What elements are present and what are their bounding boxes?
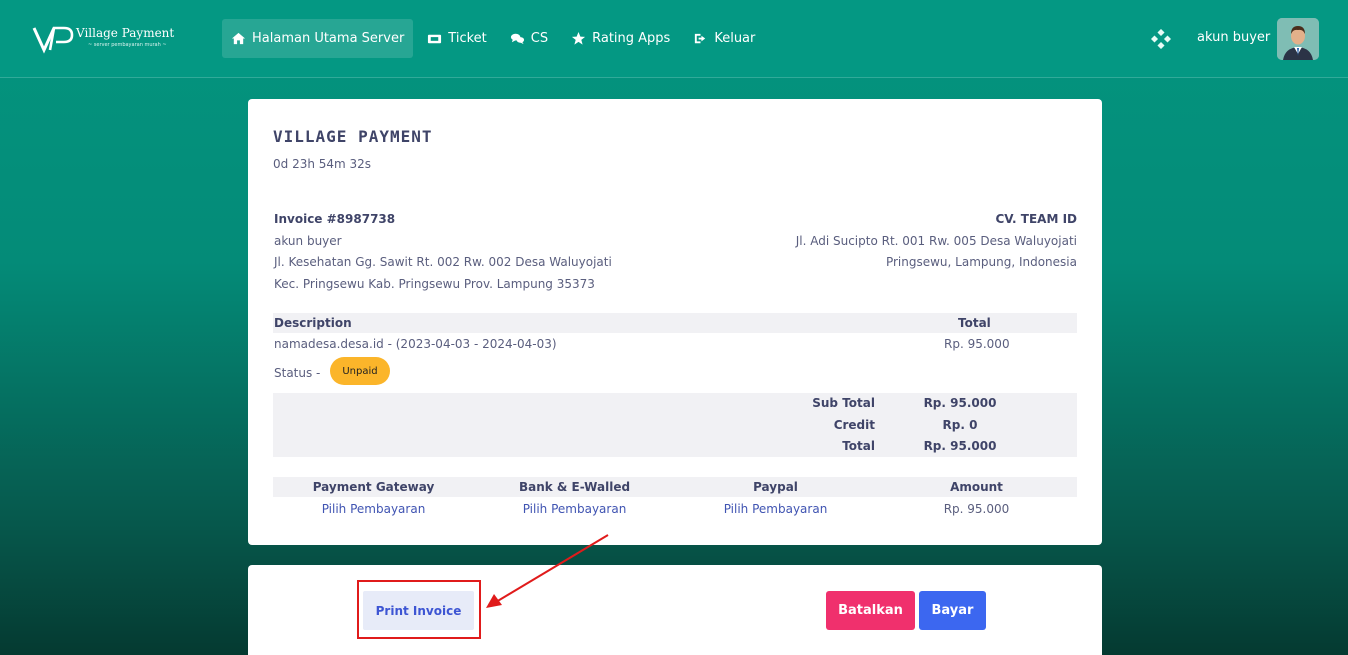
header-total: Total	[958, 316, 991, 330]
nav-ticket[interactable]: Ticket	[418, 19, 495, 58]
summary-block: Sub Total Rp. 95.000 Credit Rp. 0 Total …	[273, 393, 1077, 457]
home-icon	[231, 31, 246, 46]
company-address-1: Jl. Adi Sucipto Rt. 001 Rw. 005 Desa Wal…	[795, 233, 1077, 248]
customer-address-2: Kec. Pringsewu Kab. Pringsewu Prov. Lamp…	[274, 277, 595, 292]
header-payment-gateway: Payment Gateway	[312, 480, 435, 494]
countdown-timer: 0d 23h 54m 32s	[273, 157, 372, 171]
payment-table-header: Payment Gateway Bank & E-Walled Paypal A…	[273, 477, 1077, 497]
bill-to-block: Invoice #8987738 akun buyer Jl. Kesehata…	[274, 209, 612, 296]
nav-logout-label: Keluar	[714, 31, 756, 46]
pay-button[interactable]: Bayar	[919, 591, 986, 630]
star-icon	[571, 31, 586, 46]
avatar[interactable]	[1277, 18, 1319, 60]
user-name[interactable]: akun buyer	[1197, 30, 1270, 45]
apps-grid-icon[interactable]	[1151, 29, 1171, 49]
chat-icon	[510, 31, 525, 46]
status-badge: Unpaid	[330, 357, 390, 385]
brand-logo[interactable]: Village Payment ~ server pembayaran mura…	[32, 24, 182, 56]
sub-total-value: Rp. 95.000	[923, 396, 997, 410]
company-block: CV. TEAM ID Jl. Adi Sucipto Rt. 001 Rw. …	[796, 209, 1077, 274]
brand-tagline: ~ server pembayaran murah ~	[88, 42, 167, 48]
header-description: Description	[274, 316, 352, 330]
nav-logout[interactable]: Keluar	[684, 19, 764, 58]
invoice-title: VILLAGE PAYMENT	[273, 127, 433, 146]
main-nav: Halaman Utama Server Ticket CS Rating Ap…	[222, 19, 769, 58]
company-name: CV. TEAM ID	[995, 212, 1078, 226]
payment-row: Pilih Pembayaran Pilih Pembayaran Pilih …	[273, 499, 1077, 519]
payment-amount: Rp. 95.000	[943, 502, 1010, 516]
cancel-button[interactable]: Batalkan	[826, 591, 915, 630]
nav-cs-label: CS	[530, 31, 549, 46]
ticket-icon	[427, 31, 442, 46]
vp-logo-icon	[32, 26, 74, 54]
customer-address-1: Jl. Kesehatan Gg. Sawit Rt. 002 Rw. 002 …	[274, 255, 612, 270]
nav-rating[interactable]: Rating Apps	[562, 19, 679, 58]
bank-ewallet-link[interactable]: Pilih Pembayaran	[474, 502, 675, 516]
invoice-number: Invoice #8987738	[274, 212, 396, 226]
highlight-box	[357, 580, 481, 639]
invoice-card: VILLAGE PAYMENT 0d 23h 54m 32s Invoice #…	[248, 99, 1102, 545]
credit-label: Credit	[833, 418, 875, 432]
item-total: Rp. 95.000	[944, 337, 1010, 351]
item-description: namadesa.desa.id - (2023-04-03 - 2024-04…	[274, 337, 557, 351]
company-address-2: Pringsewu, Lampung, Indonesia	[885, 255, 1077, 270]
customer-name: akun buyer	[274, 233, 342, 248]
items-table-header: Description Total	[273, 313, 1077, 333]
user-avatar-icon	[1277, 18, 1319, 60]
annotation-arrow-icon	[486, 534, 609, 608]
nav-cs[interactable]: CS	[501, 19, 557, 58]
paypal-link[interactable]: Pilih Pembayaran	[675, 502, 876, 516]
status-label: Status -	[274, 366, 321, 380]
brand-name: Village Payment	[76, 26, 175, 40]
top-navbar: Village Payment ~ server pembayaran mura…	[0, 0, 1348, 78]
total-value: Rp. 95.000	[923, 439, 997, 453]
credit-value: Rp. 0	[942, 418, 978, 432]
nav-ticket-label: Ticket	[448, 31, 487, 46]
logout-icon	[693, 31, 708, 46]
sub-total-label: Sub Total	[812, 396, 875, 410]
total-label: Total	[842, 439, 875, 453]
nav-home-label: Halaman Utama Server	[252, 31, 405, 46]
nav-rating-label: Rating Apps	[592, 31, 671, 46]
nav-home[interactable]: Halaman Utama Server	[222, 19, 414, 58]
header-bank-ewallet: Bank & E-Walled	[518, 480, 631, 494]
payment-gateway-link[interactable]: Pilih Pembayaran	[273, 502, 474, 516]
header-amount: Amount	[950, 480, 1003, 494]
header-paypal: Paypal	[753, 480, 798, 494]
